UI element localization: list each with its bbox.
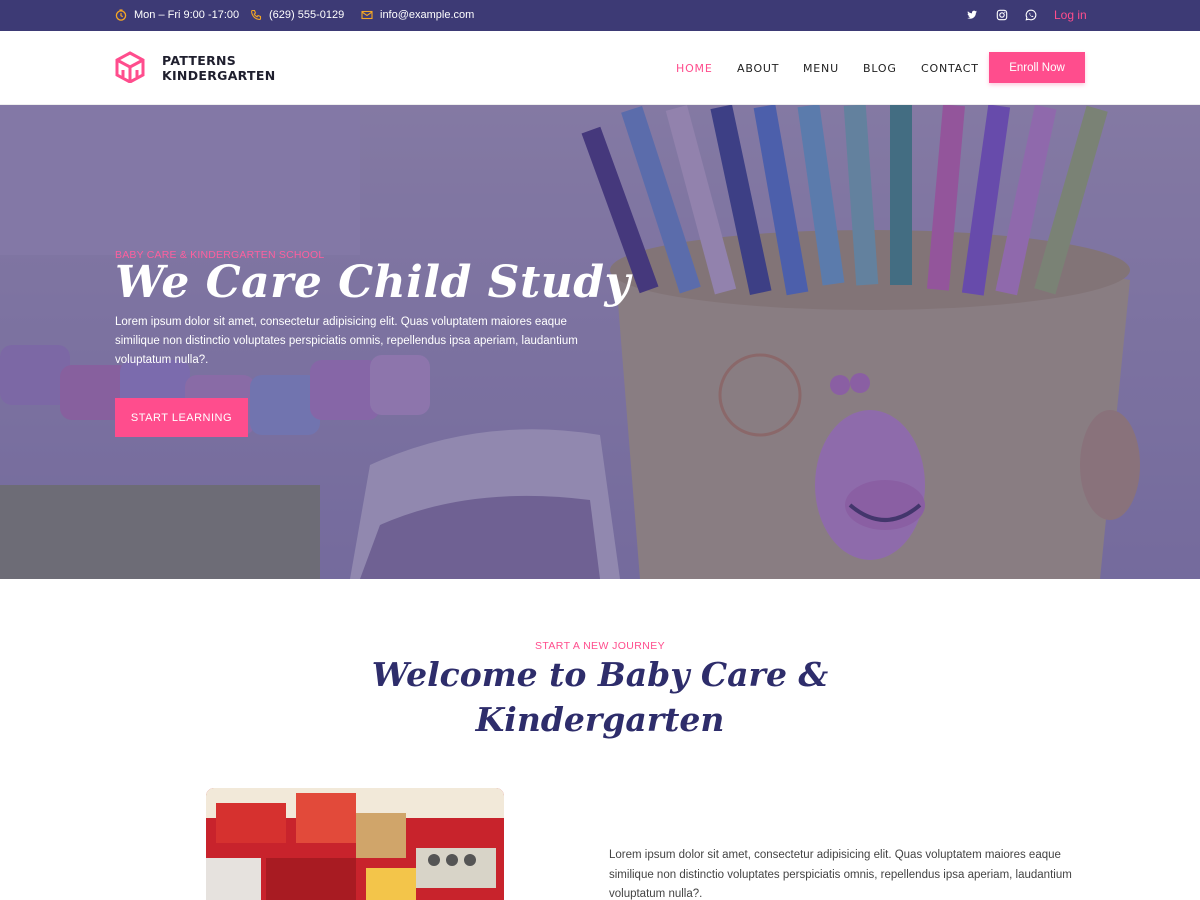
hero-section: BABY CARE & KINDERGARTEN SCHOOL We Care …	[0, 105, 1200, 579]
nav-menu[interactable]: MENU	[803, 62, 839, 75]
start-learning-button[interactable]: START LEARNING	[115, 398, 248, 437]
logo-text[interactable]: PATTERNS KINDERGARTEN	[162, 53, 275, 83]
welcome-eyebrow: START A NEW JOURNEY	[534, 640, 666, 652]
logo-line2: KINDERGARTEN	[162, 68, 276, 83]
email-text: info@example.com	[380, 9, 475, 21]
enroll-now-button[interactable]: Enroll Now	[989, 52, 1085, 83]
phone-text: (629) 555-0129	[269, 9, 345, 21]
hours-text: Mon – Fri 9:00 -17:00	[134, 9, 240, 21]
logo-icon[interactable]	[115, 51, 145, 83]
phone-info[interactable]: (629) 555-0129	[250, 9, 344, 21]
twitter-link[interactable]	[966, 9, 978, 21]
twitter-icon	[967, 10, 977, 19]
instagram-link[interactable]	[996, 9, 1008, 21]
top-info-bar: Mon – Fri 9:00 -17:00 (629) 555-0129 inf…	[0, 0, 1200, 31]
whatsapp-link[interactable]	[1025, 9, 1037, 21]
email-info[interactable]: info@example.com	[361, 9, 474, 21]
welcome-description: Lorem ipsum dolor sit amet, consectetur …	[609, 849, 1072, 900]
clock-icon	[115, 9, 127, 21]
site-header: PATTERNS KINDERGARTEN HOME ABOUT MENU BL…	[0, 31, 1200, 105]
hero-description: Lorem ipsum dolor sit amet, consectetur …	[115, 316, 578, 366]
welcome-title: Welcome to Baby Care & Kindergarten	[371, 655, 829, 739]
lego-bricks-image	[206, 788, 504, 900]
nav-contact[interactable]: CONTACT	[921, 62, 979, 75]
logo-line1: PATTERNS	[162, 53, 237, 68]
login-link[interactable]: Log in	[1054, 8, 1087, 22]
nav-about[interactable]: ABOUT	[737, 62, 779, 75]
whatsapp-icon	[1025, 9, 1037, 21]
instagram-icon	[996, 9, 1008, 21]
hours-info: Mon – Fri 9:00 -17:00	[115, 9, 239, 21]
mail-icon	[361, 10, 373, 20]
phone-icon	[251, 9, 262, 20]
lego-image	[206, 788, 504, 900]
nav-home[interactable]: HOME	[676, 62, 713, 75]
nav-blog[interactable]: BLOG	[863, 62, 897, 75]
hero-title: We Care Child Study	[115, 257, 631, 308]
